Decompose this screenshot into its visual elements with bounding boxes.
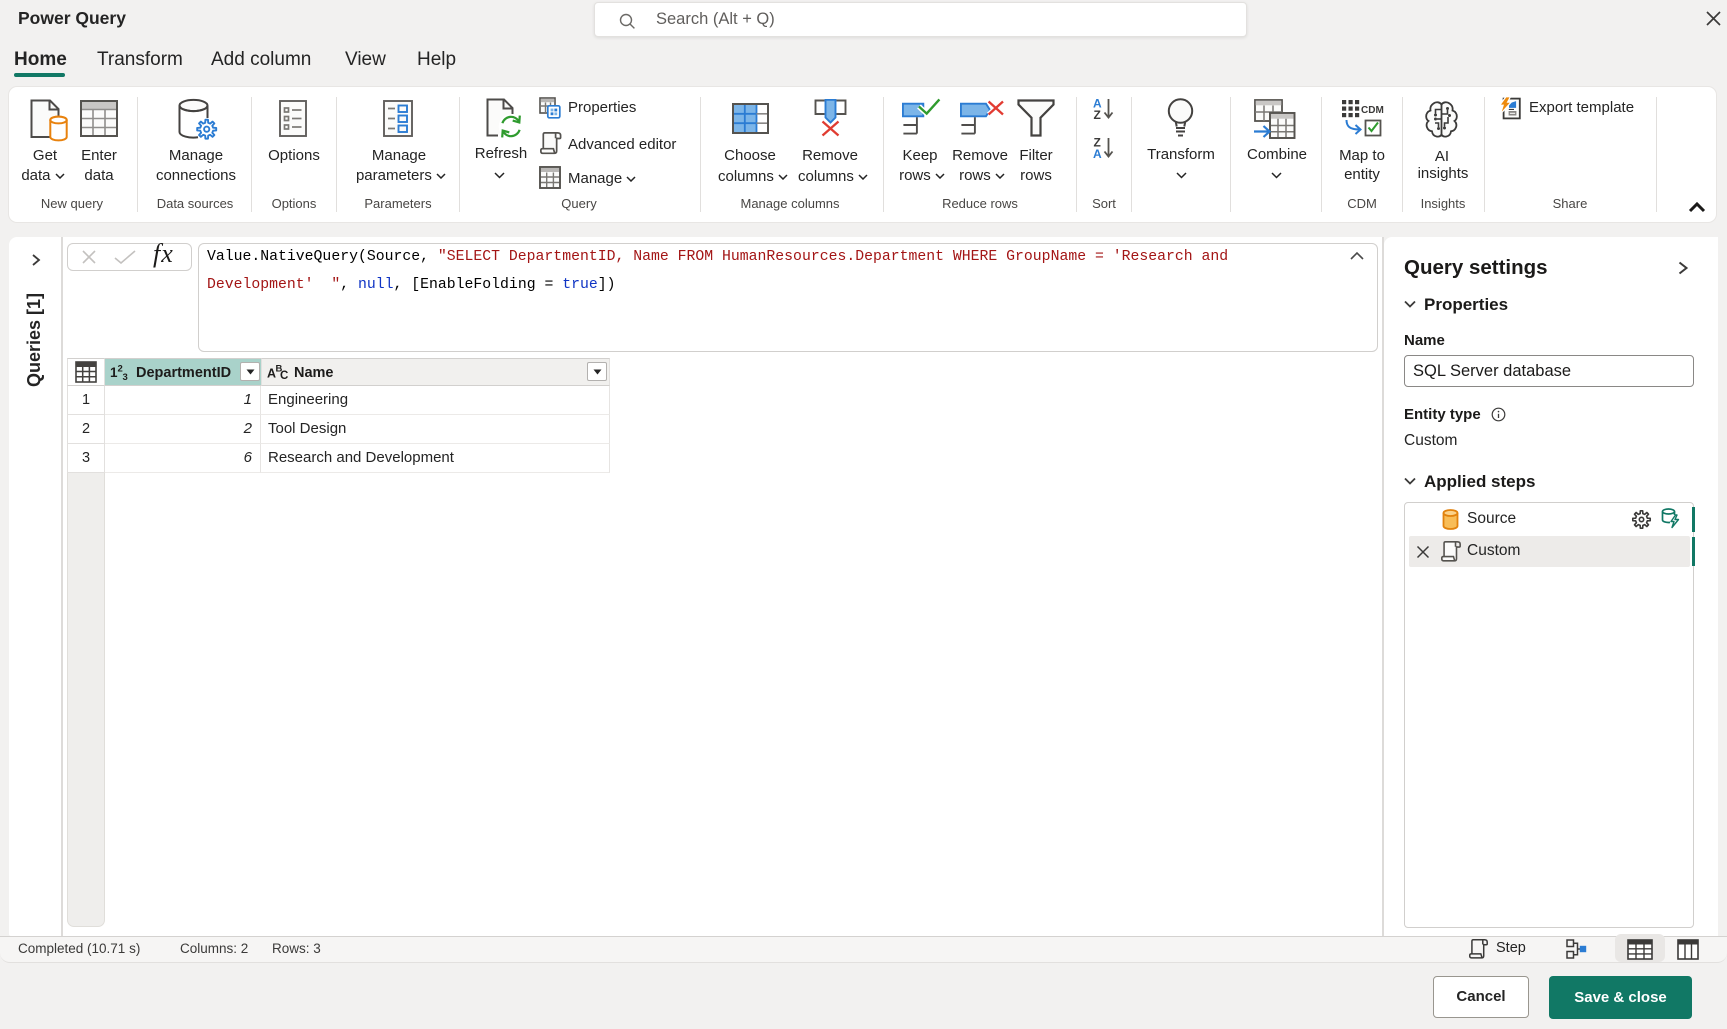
- svg-text:3: 3: [123, 372, 128, 382]
- svg-text:A: A: [1093, 147, 1102, 159]
- svg-text:C: C: [280, 370, 288, 382]
- svg-text:Z: Z: [1094, 108, 1101, 120]
- svg-text:CDM: CDM: [1361, 105, 1384, 116]
